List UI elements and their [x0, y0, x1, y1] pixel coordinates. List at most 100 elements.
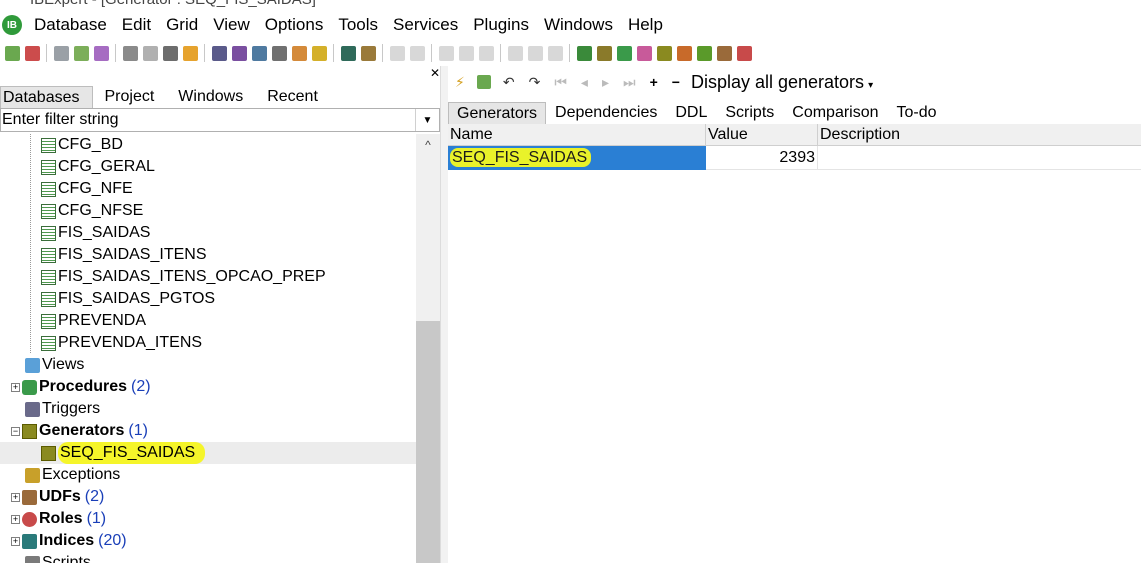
menu-tools[interactable]: Tools: [332, 15, 387, 35]
add-icon[interactable]: +: [650, 74, 658, 90]
find-next-icon[interactable]: [527, 45, 543, 61]
tree-item-scripts[interactable]: Scripts: [0, 552, 416, 563]
new-udf-icon[interactable]: [716, 45, 732, 61]
tree-item-table[interactable]: FIS_SAIDAS_ITENS: [0, 244, 416, 266]
tab-todo[interactable]: To-do: [888, 102, 946, 124]
first-record-icon[interactable]: ⏮: [554, 74, 567, 91]
menu-help[interactable]: Help: [622, 15, 672, 35]
tab-ddl[interactable]: DDL: [666, 102, 716, 124]
new-document-icon[interactable]: [122, 45, 138, 61]
open-icon[interactable]: [389, 45, 405, 61]
print-icon[interactable]: [271, 45, 287, 61]
menu-view[interactable]: View: [207, 15, 259, 35]
new-domain-icon[interactable]: [696, 45, 712, 61]
tab-generators[interactable]: Generators: [448, 102, 547, 124]
settings-icon[interactable]: [182, 45, 198, 61]
tree-item-views[interactable]: Views: [0, 354, 416, 376]
tree-item-exceptions[interactable]: Exceptions: [0, 464, 416, 486]
tree-item-table[interactable]: FIS_SAIDAS_PGTOS: [0, 288, 416, 310]
refresh-icon[interactable]: [476, 75, 491, 89]
tree-item-generator[interactable]: SEQ_FIS_SAIDAS: [0, 442, 416, 464]
cell-name[interactable]: SEQ_FIS_SAIDAS: [448, 146, 706, 170]
redo-icon[interactable]: ↷: [529, 74, 541, 91]
tree-item-table[interactable]: PREVENDA_ITENS: [0, 332, 416, 354]
new-generator-icon[interactable]: [656, 45, 672, 61]
tab-recent[interactable]: Recent: [255, 86, 330, 108]
scrollbar-thumb[interactable]: [416, 321, 440, 563]
query-builder-icon[interactable]: [231, 45, 247, 61]
filter-input[interactable]: Enter filter string ▼: [0, 108, 440, 132]
expand-icon[interactable]: +: [11, 382, 20, 392]
new-exception-icon[interactable]: [676, 45, 692, 61]
next-record-icon[interactable]: ▸: [602, 74, 609, 91]
user-manager-icon[interactable]: [291, 45, 307, 61]
column-header-description[interactable]: Description: [818, 124, 1141, 146]
tree-scrollbar[interactable]: ^: [416, 134, 440, 563]
remove-icon[interactable]: −: [672, 74, 680, 90]
new-view-icon[interactable]: [596, 45, 612, 61]
tree-item-table[interactable]: CFG_BD: [0, 134, 416, 156]
last-record-icon[interactable]: ⏭: [623, 74, 636, 91]
close-panel-icon[interactable]: ✕: [430, 66, 440, 80]
tree-item-procedures[interactable]: + Procedures (2): [0, 376, 416, 398]
collapse-icon[interactable]: −: [11, 426, 20, 436]
paste-icon[interactable]: [478, 45, 494, 61]
tab-dependencies[interactable]: Dependencies: [546, 102, 666, 124]
connect-icon[interactable]: [53, 45, 69, 61]
tree-item-table[interactable]: CFG_NFSE: [0, 200, 416, 222]
edit-icon[interactable]: [360, 45, 376, 61]
export-icon[interactable]: [251, 45, 267, 61]
tab-comparison[interactable]: Comparison: [783, 102, 887, 124]
cut-icon[interactable]: [438, 45, 454, 61]
tab-project[interactable]: Project: [93, 86, 167, 108]
cell-description[interactable]: [818, 146, 1141, 170]
window-icon[interactable]: [162, 45, 178, 61]
menu-plugins[interactable]: Plugins: [467, 15, 538, 35]
menu-database[interactable]: Database: [28, 15, 116, 35]
table-row[interactable]: SEQ_FIS_SAIDAS 2393: [448, 146, 1141, 170]
new-procedure-icon[interactable]: [616, 45, 632, 61]
tree-item-udfs[interactable]: + UDFs (2): [0, 486, 416, 508]
database-icon[interactable]: [340, 45, 356, 61]
tree-item-triggers[interactable]: Triggers: [0, 398, 416, 420]
tree-item-table[interactable]: PREVENDA: [0, 310, 416, 332]
tree-item-table[interactable]: FIS_SAIDAS: [0, 222, 416, 244]
new-table-icon[interactable]: [576, 45, 592, 61]
menu-edit[interactable]: Edit: [116, 15, 160, 35]
sql-editor-icon[interactable]: [211, 45, 227, 61]
tree-item-table[interactable]: CFG_NFE: [0, 178, 416, 200]
tree-item-roles[interactable]: + Roles (1): [0, 508, 416, 530]
expand-icon[interactable]: +: [11, 492, 20, 502]
tab-databases[interactable]: Databases: [0, 86, 93, 108]
expand-icon[interactable]: +: [11, 536, 20, 546]
undo-icon[interactable]: ↶: [503, 74, 515, 91]
new-trigger-icon[interactable]: [636, 45, 652, 61]
panel-splitter[interactable]: [440, 66, 448, 563]
tree-item-table[interactable]: FIS_SAIDAS_ITENS_OPCAO_PREP: [0, 266, 416, 288]
lightning-icon[interactable]: ⚡: [455, 74, 465, 91]
column-header-name[interactable]: Name: [448, 124, 706, 146]
expand-icon[interactable]: +: [11, 514, 20, 524]
chevron-down-icon[interactable]: ▼: [415, 109, 439, 131]
tab-windows[interactable]: Windows: [166, 86, 255, 108]
refresh-icon[interactable]: [93, 45, 109, 61]
copy-document-icon[interactable]: [142, 45, 158, 61]
copy-icon[interactable]: [458, 45, 474, 61]
key-icon[interactable]: [311, 45, 327, 61]
tree-item-indices[interactable]: + Indices (20): [0, 530, 416, 552]
replace-icon[interactable]: [547, 45, 563, 61]
register-database-icon[interactable]: [4, 45, 20, 61]
menu-grid[interactable]: Grid: [160, 15, 207, 35]
tab-scripts[interactable]: Scripts: [716, 102, 783, 124]
menu-options[interactable]: Options: [259, 15, 333, 35]
prior-record-icon[interactable]: ◂: [581, 74, 588, 91]
tree-item-table[interactable]: CFG_GERAL: [0, 156, 416, 178]
save-icon[interactable]: [409, 45, 425, 61]
app-logo-icon[interactable]: IB: [2, 15, 22, 35]
menu-windows[interactable]: Windows: [538, 15, 622, 35]
menu-services[interactable]: Services: [387, 15, 467, 35]
unregister-database-icon[interactable]: [24, 45, 40, 61]
disconnect-icon[interactable]: [73, 45, 89, 61]
tree-item-generators[interactable]: − Generators (1): [0, 420, 416, 442]
column-header-value[interactable]: Value: [706, 124, 818, 146]
